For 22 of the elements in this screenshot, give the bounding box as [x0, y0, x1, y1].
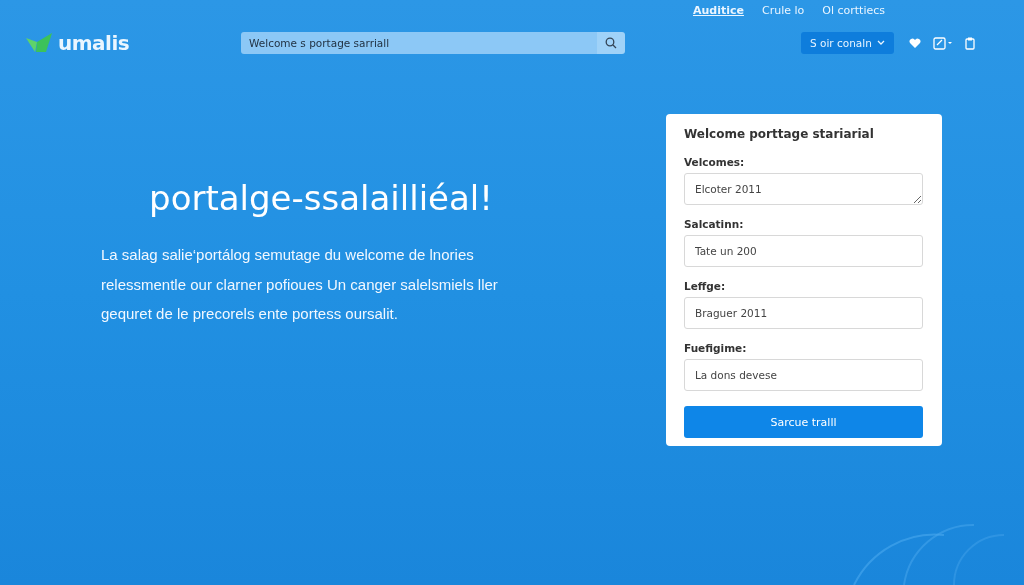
search-field[interactable]: Welcome s portage sarriall: [241, 32, 597, 54]
chevron-down-icon: [876, 40, 885, 46]
hero-title: portalge-ssalailliéal!: [149, 178, 493, 218]
form-title: Welcome porttage stariarial: [684, 127, 875, 141]
text-area[interactable]: Elcoter 2011: [684, 173, 923, 205]
input-field[interactable]: La dons devese: [684, 359, 923, 391]
note-icon[interactable]: [932, 36, 953, 50]
field-label: Velcomes:: [684, 156, 746, 168]
hero-text: La salag salie‘portálog semutage du welcome de lnories relessmentle our clarner pofioues Un canger salelsmiels ller gequret de le precorels ente portess oursalit.: [101, 245, 499, 324]
submit-button[interactable]: Sarcue tralll: [684, 406, 923, 438]
account-dropdown[interactable]: S oir conaln: [801, 32, 894, 54]
leaf-logo-icon: [26, 33, 54, 53]
clipboard-icon[interactable]: [964, 36, 975, 50]
heart-icon[interactable]: [908, 37, 921, 49]
logo-text: umalis: [58, 31, 130, 55]
search-icon: [605, 37, 617, 49]
field-label: Leffge:: [684, 280, 727, 292]
input-field[interactable]: Braguer 2011: [684, 297, 923, 329]
search-button[interactable]: [597, 32, 625, 54]
input-field[interactable]: Tate un 200: [684, 235, 923, 267]
field-label: Fuefigime:: [684, 342, 748, 354]
field-label: Salcatinn:: [684, 218, 745, 230]
